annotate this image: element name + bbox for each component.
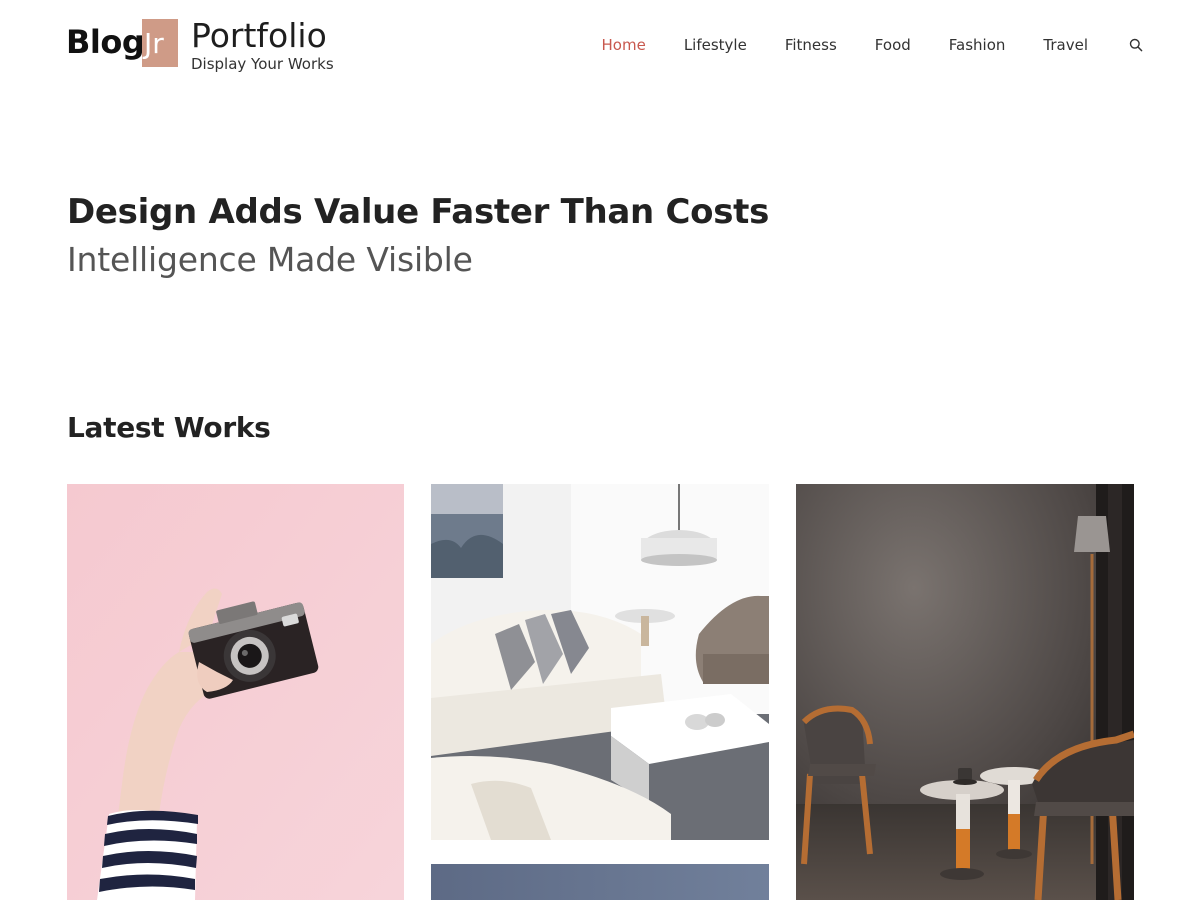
search-button[interactable]	[1128, 37, 1144, 53]
search-icon	[1129, 38, 1143, 52]
hand-holding-camera-image	[67, 484, 404, 900]
blue-gray-image	[431, 864, 769, 900]
work-card-dark-room[interactable]	[796, 484, 1134, 900]
logo-text-group: Portfolio Display Your Works	[191, 16, 371, 72]
latest-works-heading: Latest Works	[67, 411, 271, 444]
hero-subtitle: Intelligence Made Visible	[67, 240, 473, 279]
nav-item-fashion[interactable]: Fashion	[949, 36, 1006, 54]
site-header: Blog Jr Portfolio Display Your Works Hom…	[0, 0, 1200, 100]
main-nav: Home Lifestyle Fitness Food Fashion Trav…	[602, 34, 1144, 56]
logo-blog-text: Blog	[66, 23, 145, 61]
work-card-camera[interactable]	[67, 484, 404, 900]
work-card-blue[interactable]	[431, 864, 769, 900]
nav-item-food[interactable]: Food	[875, 36, 911, 54]
living-room-image	[431, 484, 769, 840]
page: Blog Jr Portfolio Display Your Works Hom…	[0, 0, 1200, 900]
site-title: Portfolio	[191, 16, 327, 55]
hero-title: Design Adds Value Faster Than Costs	[67, 192, 770, 232]
dark-room-chairs-image	[796, 484, 1134, 900]
nav-item-lifestyle[interactable]: Lifestyle	[684, 36, 747, 54]
nav-item-home[interactable]: Home	[602, 36, 646, 54]
nav-item-travel[interactable]: Travel	[1043, 36, 1088, 54]
logo-mark: Blog Jr Portfolio Display Your Works	[66, 14, 334, 72]
work-card-living-room[interactable]	[431, 484, 769, 840]
site-tagline: Display Your Works	[191, 55, 334, 73]
hero-section: Design Adds Value Faster Than Costs Inte…	[67, 190, 1067, 282]
site-logo[interactable]: Blog Jr Portfolio Display Your Works	[66, 14, 334, 72]
logo-jr-text: Jr	[144, 27, 164, 60]
nav-item-fitness[interactable]: Fitness	[785, 36, 837, 54]
